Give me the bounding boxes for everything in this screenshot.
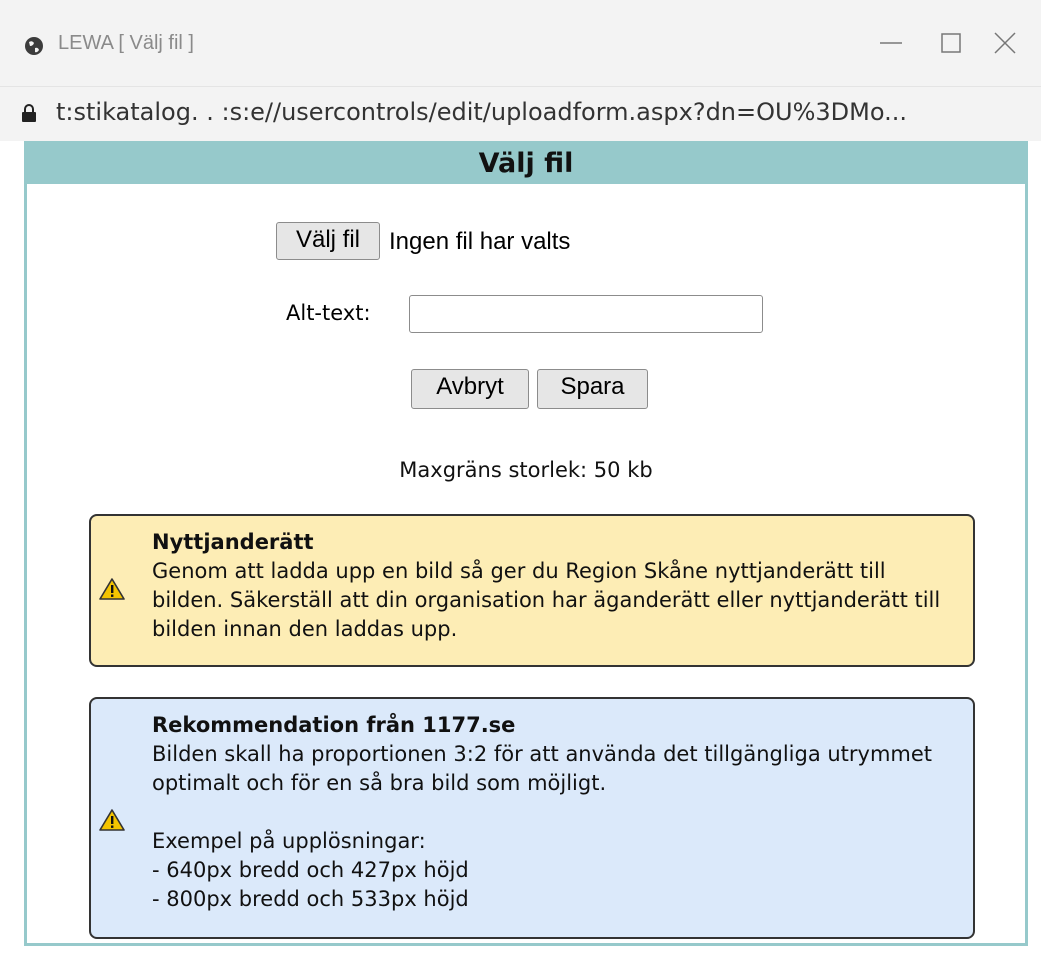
alt-text-input[interactable] [409, 295, 763, 333]
cancel-button[interactable]: Avbryt [411, 369, 529, 409]
lock-icon [22, 104, 36, 122]
usage-rights-notice: Nyttjanderätt Genom att ladda upp en bil… [89, 514, 975, 667]
warning-icon [99, 578, 125, 600]
recommendation-notice: Rekommendation från 1177.se Bilden skall… [89, 697, 975, 939]
recommendation-text: Bilden skall ha proportionen 3:2 för att… [152, 742, 933, 795]
dialog-title: Välj fil [27, 144, 1025, 184]
max-size-text: Maxgräns storlek: 50 kb [399, 458, 653, 482]
alt-text-label: Alt-text: [286, 301, 371, 325]
url-text[interactable]: t:stikatalog. . :s:e//usercontrols/edit/… [56, 98, 907, 126]
maximize-icon[interactable] [936, 28, 966, 58]
recommendation-title: Rekommendation från 1177.se [152, 713, 516, 737]
example-item: - 800px bredd och 533px höjd [152, 887, 469, 911]
globe-icon [25, 37, 43, 55]
minimize-icon[interactable] [876, 28, 906, 58]
usage-rights-title: Nyttjanderätt [152, 530, 314, 554]
warning-icon [99, 809, 125, 831]
examples-label: Exempel på upplösningar: [152, 829, 426, 853]
choose-file-button[interactable]: Välj fil [276, 222, 380, 260]
close-icon[interactable] [990, 28, 1020, 58]
window-title: LEWA [ Välj fil ] [58, 32, 194, 54]
file-status-text: Ingen fil har valts [389, 228, 571, 255]
example-item: - 640px bredd och 427px höjd [152, 858, 469, 882]
upload-dialog: Välj fil Välj fil Ingen fil har valts Al… [24, 141, 1028, 946]
save-button[interactable]: Spara [537, 369, 648, 409]
window-titlebar: LEWA [ Välj fil ] [0, 0, 1041, 87]
usage-rights-text: Genom att ladda upp en bild så ger du Re… [152, 559, 941, 641]
